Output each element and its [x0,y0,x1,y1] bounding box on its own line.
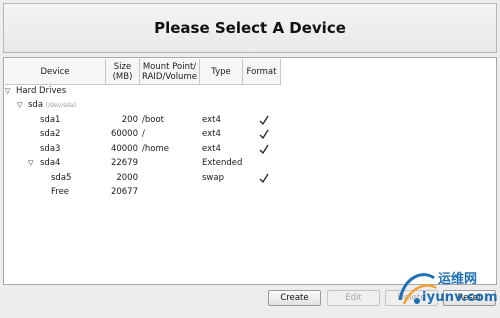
device-mount: /home [142,144,169,154]
tree-label-sda: sda (/dev/sda) [28,100,77,110]
device-tree-panel[interactable]: Device Size (MB) Mount Point/ RAID/Volum… [3,57,497,285]
table-row[interactable]: sda5 2000 swap [4,171,494,185]
watermark-logo: 运维网 iyunv.com [390,262,500,314]
table-row[interactable]: sda2 60000 / ext4 [4,127,494,141]
device-type: ext4 [202,115,221,125]
table-row[interactable]: Free 20677 [4,185,494,199]
column-header-device[interactable]: Device [5,59,106,85]
device-mount: / [142,129,145,139]
device-name: Free [51,187,70,197]
expander-down-icon[interactable]: ▽ [28,156,33,170]
tree-row-hard-drives[interactable]: ▽ Hard Drives [4,84,494,98]
tree-label-hard-drives: Hard Drives [16,86,67,96]
device-name: sda1 [40,115,61,125]
table-row[interactable]: ▽ sda4 22679 Extended [4,156,494,170]
expander-down-icon[interactable]: ▽ [5,84,10,98]
table-row[interactable]: sda3 40000 /home ext4 [4,142,494,156]
device-name: sda5 [51,173,72,183]
device-name: sda3 [40,144,61,154]
watermark-text-cn: 运维网 [438,272,478,287]
device-name: sda2 [40,129,61,139]
device-size: 40000 [110,144,138,154]
column-header-type[interactable]: Type [200,59,243,85]
device-name: sda4 [40,158,61,168]
device-type: ext4 [202,144,221,154]
create-button[interactable]: Create [268,290,321,306]
device-size: 200 [121,115,138,125]
edit-button[interactable]: Edit [327,290,380,306]
column-header-size[interactable]: Size (MB) [106,59,140,85]
device-size: 20677 [110,187,138,197]
device-size: 60000 [110,129,138,139]
device-type: swap [202,173,224,183]
format-check-icon [259,173,269,184]
format-check-icon [259,115,269,126]
device-mount: /boot [142,115,164,125]
column-header-format[interactable]: Format [243,59,281,85]
device-type: ext4 [202,129,221,139]
page-title: Please Select A Device [154,19,346,37]
device-size: 2000 [116,173,138,183]
device-type: Extended [202,158,243,168]
expander-down-icon[interactable]: ▽ [17,98,22,112]
table-row[interactable]: sda1 200 /boot ext4 [4,113,494,127]
tree-row-sda[interactable]: ▽ sda (/dev/sda) [4,98,494,112]
watermark-text-latin: iyunv.com [422,290,498,305]
format-check-icon [259,129,269,140]
device-size: 22679 [110,158,138,168]
column-header-mount[interactable]: Mount Point/ RAID/Volume [140,59,200,85]
dialog-header: Please Select A Device [3,3,497,53]
format-check-icon [259,144,269,155]
